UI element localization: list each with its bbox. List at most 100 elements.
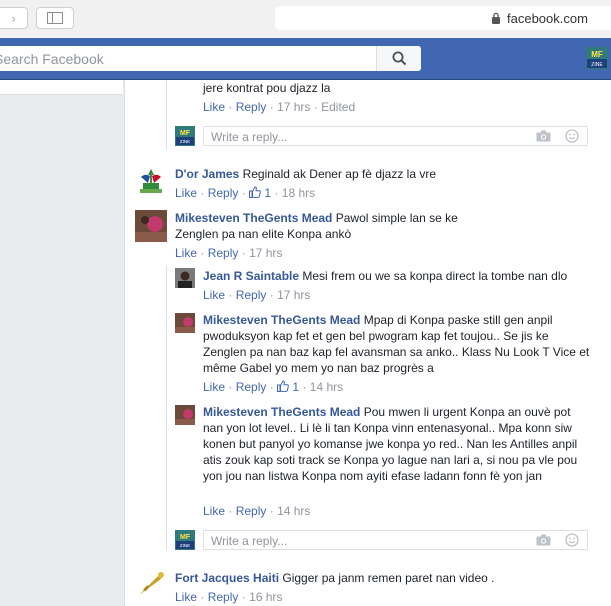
url-text: facebook.com [507,10,588,26]
timestamp[interactable]: 17 hrs [249,246,282,260]
mfzine-logo-icon: MF ZINE [175,530,195,550]
reply-link[interactable]: Reply [208,186,239,200]
avatar[interactable] [135,569,167,601]
like-link[interactable]: Like [203,100,225,114]
commenter-name[interactable]: Mikesteven TheGents Mead [203,405,360,419]
reply-box [203,126,588,147]
separator: · [200,246,205,260]
comment-actions: Like · Reply · 16 hrs [175,590,282,604]
search-button[interactable] [376,46,421,71]
like-link[interactable]: Like [175,590,197,604]
sidebar-icon [47,12,63,24]
reply-link[interactable]: Reply [236,100,267,114]
reply-link[interactable]: Reply [208,246,239,260]
camera-icon[interactable] [536,534,551,546]
svg-text:MF: MF [180,130,191,137]
timestamp[interactable]: 17 hrs [277,288,310,302]
avatar[interactable] [135,210,167,242]
avatar[interactable] [175,405,195,425]
my-avatar: MF ZINE [175,126,195,146]
reply-body: Jean R Saintable Mesi frem ou we sa konp… [203,268,603,284]
comment-text: Reginald ak Dener ap fè djazz la vre [242,167,437,181]
commenter-name[interactable]: Jean R Saintable [203,269,299,283]
separator: · [269,380,274,394]
comment-actions: Like · Reply · 17 hrs [203,288,310,302]
timestamp[interactable]: 16 hrs [249,590,282,604]
separator: · [228,288,233,302]
reaction-count[interactable]: 1 [277,380,299,394]
thread-line [166,265,167,551]
separator: · [274,186,279,200]
emoji-icon[interactable] [565,533,579,547]
avatar[interactable] [175,313,195,333]
svg-text:ZINE: ZINE [180,139,190,144]
svg-text:MF: MF [180,534,191,541]
separator: · [228,100,233,114]
profile-photo-icon [175,405,195,425]
commenter-name[interactable]: Mikesteven TheGents Mead [175,211,332,225]
separator: · [200,186,205,200]
comment-text: Gigger pa janm remen paret nan video . [282,571,495,585]
svg-text:ZINE: ZINE [591,62,603,68]
like-link[interactable]: Like [203,504,225,518]
profile-photo-icon [175,268,195,288]
reply-link[interactable]: Reply [236,380,267,394]
thumbs-up-icon [277,380,289,392]
reply-input[interactable] [209,531,513,551]
separator: · [228,504,233,518]
reply-link[interactable]: Reply [236,504,267,518]
separator: · [269,100,274,114]
commenter-name[interactable]: Fort Jacques Haiti [175,571,279,585]
forward-button[interactable]: › [0,7,28,29]
like-link[interactable]: Like [175,186,197,200]
timestamp[interactable]: 14 hrs [277,504,310,518]
search-input[interactable] [0,46,374,71]
emoji-icon[interactable] [565,129,579,143]
avatar[interactable] [175,268,195,288]
address-bar[interactable]: facebook.com [275,6,611,30]
sidebar-toggle-button[interactable] [36,7,74,29]
avatar[interactable] [135,165,167,197]
comment-actions: Like · Reply · 1 · 18 hrs [175,186,315,200]
separator: · [200,590,205,604]
edited-label[interactable]: Edited [321,100,355,114]
comment-body: Mikesteven TheGents Mead Pawol simple la… [175,210,475,242]
comment-body: Fort Jacques Haiti Gigger pa janm remen … [175,570,595,586]
separator: · [241,186,246,200]
haiti-coat-of-arms-icon [135,165,167,197]
timestamp[interactable]: 14 hrs [310,380,343,394]
thumbs-up-icon [249,186,261,198]
reply-link[interactable]: Reply [208,590,239,604]
comment-text: Mesi frem ou we sa konpa direct la tombe… [302,269,568,283]
left-column [0,80,123,606]
separator: · [313,100,318,114]
reply-input[interactable] [209,127,513,147]
profile-avatar[interactable]: MF ZINE [586,47,608,69]
commenter-name[interactable]: Mikesteven TheGents Mead [203,313,360,327]
search-box [0,46,421,71]
camera-icon[interactable] [536,130,551,142]
mfzine-logo-icon: MF ZINE [586,47,608,69]
thread-line [166,80,167,150]
my-avatar: MF ZINE [175,530,195,550]
profile-photo-icon [175,313,195,333]
reply-body: Mikesteven TheGents Mead Mpap di Konpa p… [203,312,593,376]
svg-text:ZINE: ZINE [180,543,190,548]
timestamp[interactable]: 17 hrs [277,100,310,114]
likes-count: 1 [264,186,272,200]
reply-box [203,530,588,551]
like-link[interactable]: Like [203,288,225,302]
comment-actions: Like · Reply · 17 hrs [175,246,282,260]
profile-photo-icon [135,210,167,242]
reaction-count[interactable]: 1 [249,186,271,200]
commenter-name[interactable]: D'or James [175,167,239,181]
timestamp[interactable]: 18 hrs [282,186,315,200]
comment-actions: Like · Reply · 17 hrs · Edited [203,100,355,114]
like-link[interactable]: Like [175,246,197,260]
reply-body: Mikesteven TheGents Mead Pou mwen li urg… [203,404,593,484]
separator: · [269,504,274,518]
separator: · [302,380,307,394]
chevron-right-icon: › [11,10,16,26]
reply-link[interactable]: Reply [236,288,267,302]
like-link[interactable]: Like [203,380,225,394]
